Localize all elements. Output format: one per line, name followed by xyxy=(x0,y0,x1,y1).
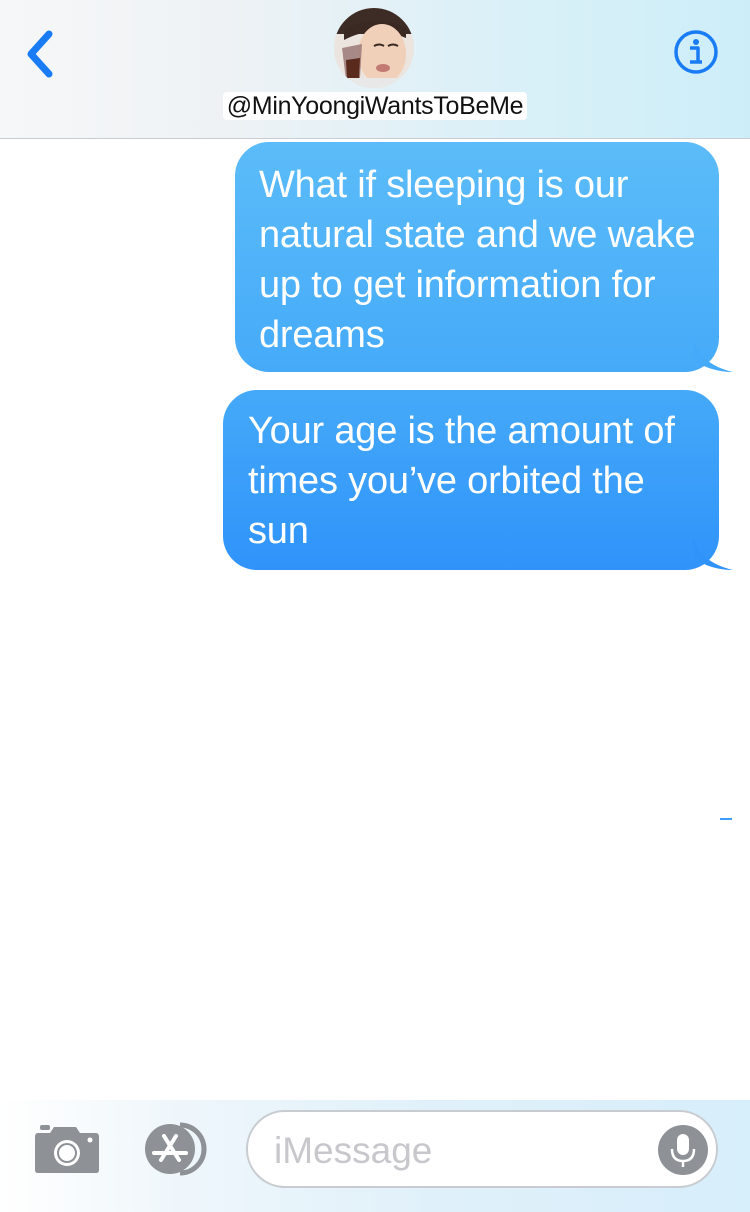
contact-avatar[interactable] xyxy=(334,8,414,88)
app-store-button[interactable] xyxy=(140,1122,214,1176)
imessage-input[interactable]: iMessage xyxy=(246,1110,718,1188)
message-input-bar: iMessage xyxy=(0,1100,750,1212)
decorative-mark xyxy=(720,818,732,820)
message-bubble[interactable]: Your age is the amount of times you’ve o… xyxy=(223,390,733,570)
imessage-placeholder: iMessage xyxy=(274,1130,433,1171)
conversation-header: @MinYoongiWantsToBeMe xyxy=(0,0,750,139)
info-circle-icon xyxy=(674,30,718,74)
back-button[interactable] xyxy=(18,26,64,82)
bubble-tail xyxy=(693,536,733,570)
info-button[interactable] xyxy=(673,29,719,75)
message-bubble[interactable]: What if sleeping is our natural state an… xyxy=(235,142,733,372)
chevron-left-icon xyxy=(27,30,53,78)
bubble-tail xyxy=(693,338,733,372)
message-text: Your age is the amount of times you’ve o… xyxy=(248,410,675,552)
contact-name[interactable]: @MinYoongiWantsToBeMe xyxy=(0,92,750,121)
camera-button[interactable] xyxy=(34,1124,100,1174)
microphone-button[interactable] xyxy=(658,1125,708,1175)
avatar-photo xyxy=(334,8,414,88)
camera-icon xyxy=(35,1125,99,1173)
contact-name-label: @MinYoongiWantsToBeMe xyxy=(222,92,528,120)
app-store-icon xyxy=(145,1122,207,1176)
microphone-icon xyxy=(670,1134,696,1167)
message-text: What if sleeping is our natural state an… xyxy=(259,164,696,356)
